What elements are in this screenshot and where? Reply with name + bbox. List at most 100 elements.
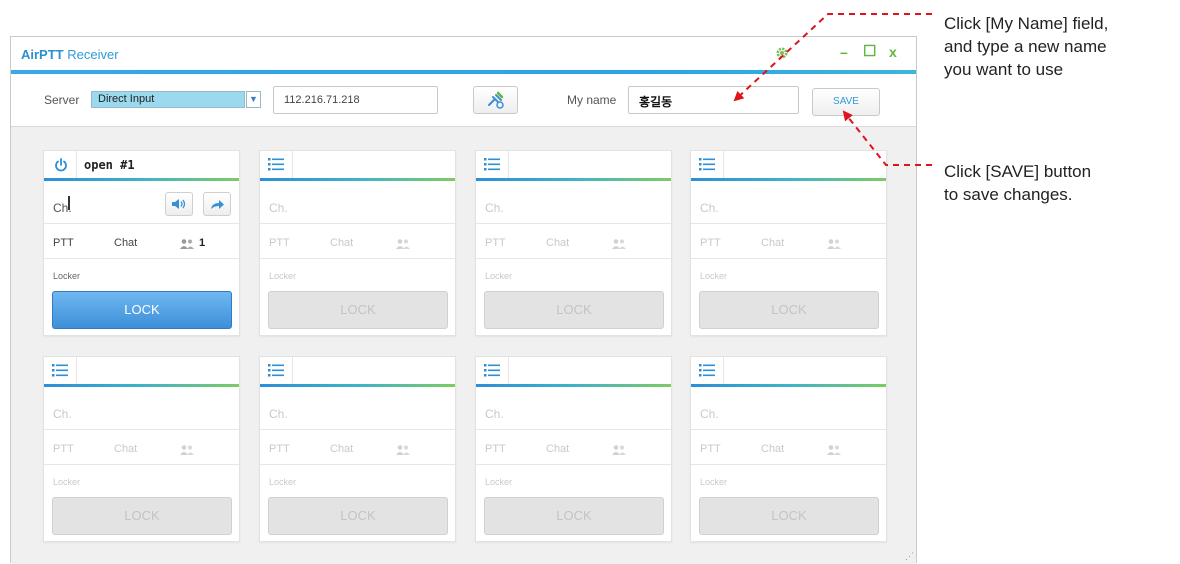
channel-card: Ch. PTT Chat Locker LOCK <box>475 356 672 542</box>
share-button[interactable] <box>203 192 231 216</box>
channel-card: Ch. PTT Chat Locker LOCK <box>43 356 240 542</box>
divider <box>476 223 671 224</box>
chat-label: Chat <box>546 443 570 455</box>
channel-card-header <box>691 357 886 384</box>
channel-number-label: Ch. <box>53 407 72 421</box>
divider <box>260 429 455 430</box>
channel-card: open #1 Ch. PTT Chat 1 Locker LOCK <box>43 150 240 336</box>
users-icon <box>612 445 626 455</box>
menu-list-icon[interactable] <box>44 357 77 384</box>
name-field-callout: Click [My Name] field, and type a new na… <box>944 14 1109 79</box>
volume-button[interactable] <box>165 192 193 216</box>
maximize-button[interactable]: ☐ <box>863 44 876 60</box>
server-address-input[interactable]: 112.216.71.218 <box>273 86 438 114</box>
channel-card: Ch. PTT Chat Locker LOCK <box>690 150 887 336</box>
locker-label: Locker <box>700 271 728 281</box>
users-icon <box>396 239 410 249</box>
users-icon <box>180 239 194 249</box>
share-arrow-icon <box>211 200 224 209</box>
divider <box>691 429 886 430</box>
chat-label: Chat <box>114 443 138 455</box>
chat-label: Chat <box>546 237 570 249</box>
users-icon <box>396 445 410 455</box>
connect-plug-icon <box>488 91 504 109</box>
close-button[interactable]: x <box>889 44 897 60</box>
channel-card-header <box>476 151 671 178</box>
locker-label: Locker <box>53 271 81 281</box>
menu-list-icon[interactable] <box>691 357 724 384</box>
menu-list-icon[interactable] <box>476 357 509 384</box>
server-select-value: Direct Input <box>98 93 155 105</box>
lock-button[interactable]: LOCK <box>52 291 232 329</box>
channel-card-header: open #1 <box>44 151 239 178</box>
window-title: AirPTT Receiver <box>21 47 119 62</box>
channel-header-line <box>260 178 455 181</box>
channel-header-line <box>44 178 239 181</box>
channel-card-header <box>691 151 886 178</box>
channel-header-line <box>691 178 886 181</box>
ptt-label: PTT <box>269 237 290 249</box>
locker-label: Locker <box>53 477 81 487</box>
connect-button[interactable] <box>473 86 518 114</box>
menu-list-icon[interactable] <box>260 151 293 178</box>
chat-label: Chat <box>330 443 354 455</box>
divider <box>44 429 239 430</box>
divider <box>44 223 239 224</box>
channel-number-label: Ch. <box>269 407 288 421</box>
airptt-window: AirPTT Receiver – ☐ x Server Direct Inpu… <box>10 36 917 564</box>
minimize-button[interactable]: – <box>840 44 848 60</box>
channel-number-label: Ch. <box>700 201 719 215</box>
channel-number-marker <box>68 196 70 210</box>
divider <box>691 464 886 465</box>
menu-list-icon[interactable] <box>260 357 293 384</box>
server-select[interactable]: Direct Input <box>91 91 245 108</box>
lock-button[interactable]: LOCK <box>484 497 664 535</box>
ptt-label: PTT <box>269 443 290 455</box>
channel-card: Ch. PTT Chat Locker LOCK <box>690 356 887 542</box>
locker-label: Locker <box>700 477 728 487</box>
chat-label: Chat <box>114 237 138 249</box>
menu-list-icon[interactable] <box>476 151 509 178</box>
channel-card: Ch. PTT Chat Locker LOCK <box>475 150 672 336</box>
channel-grid: open #1 Ch. PTT Chat 1 Locker LOCK Ch. P… <box>11 127 916 564</box>
channel-name: open #1 <box>84 158 135 172</box>
lock-button[interactable]: LOCK <box>268 497 448 535</box>
divider <box>476 429 671 430</box>
channel-header-line <box>476 178 671 181</box>
resize-grip-icon[interactable]: ⋰ <box>905 551 914 562</box>
channel-header-line <box>691 384 886 387</box>
channel-card-header <box>476 357 671 384</box>
menu-list-icon[interactable] <box>691 151 724 178</box>
lock-button[interactable]: LOCK <box>268 291 448 329</box>
locker-label: Locker <box>485 477 513 487</box>
users-icon <box>827 445 841 455</box>
locker-label: Locker <box>269 271 297 281</box>
channel-card-header <box>44 357 239 384</box>
divider <box>691 258 886 259</box>
divider <box>260 464 455 465</box>
chat-label: Chat <box>330 237 354 249</box>
divider <box>44 464 239 465</box>
lock-button[interactable]: LOCK <box>699 497 879 535</box>
server-toolbar: Server Direct Input ▼ 112.216.71.218 My … <box>11 74 916 127</box>
my-name-input[interactable]: 홍길동 <box>628 86 799 114</box>
channel-card-header <box>260 357 455 384</box>
settings-gear-icon[interactable] <box>774 45 790 61</box>
save-button-callout: Click [SAVE] button to save changes. <box>944 162 1092 204</box>
chat-label: Chat <box>761 237 785 249</box>
save-button[interactable]: SAVE <box>812 88 880 116</box>
channel-card-header <box>260 151 455 178</box>
ptt-label: PTT <box>53 443 74 455</box>
user-count: 1 <box>199 237 206 249</box>
divider <box>44 258 239 259</box>
lock-button[interactable]: LOCK <box>484 291 664 329</box>
power-icon[interactable] <box>44 151 77 178</box>
channel-card: Ch. PTT Chat Locker LOCK <box>259 150 456 336</box>
server-dropdown-arrow[interactable]: ▼ <box>246 91 261 108</box>
locker-label: Locker <box>269 477 297 487</box>
lock-button[interactable]: LOCK <box>52 497 232 535</box>
divider <box>691 223 886 224</box>
lock-button[interactable]: LOCK <box>699 291 879 329</box>
speaker-icon <box>172 199 186 209</box>
channel-card: Ch. PTT Chat Locker LOCK <box>259 356 456 542</box>
